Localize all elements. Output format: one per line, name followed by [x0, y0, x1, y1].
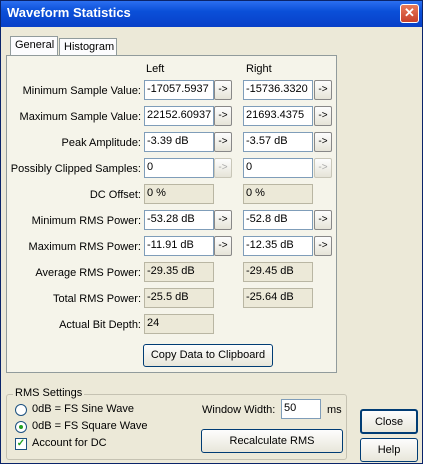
close-button[interactable]: Close	[360, 409, 418, 434]
label-min-sample: Minimum Sample Value:	[22, 85, 141, 97]
label-clipped-samples: Possibly Clipped Samples:	[10, 163, 141, 175]
help-button[interactable]: Help	[360, 438, 418, 462]
max-rms-left-field[interactable]: -11.91 dB	[144, 236, 214, 256]
max-sample-left-field[interactable]: 22152.60937	[144, 106, 214, 126]
window-width-label: Window Width:	[202, 404, 276, 416]
column-header-left: Left	[146, 63, 165, 75]
label-total-rms: Total RMS Power:	[52, 293, 141, 305]
max-rms-left-goto-button[interactable]: ->	[214, 236, 232, 256]
sine-wave-radio[interactable]	[15, 404, 27, 416]
max-sample-right-goto-button[interactable]: ->	[314, 106, 332, 126]
min-sample-left-goto-button[interactable]: ->	[214, 80, 232, 100]
total-rms-right-value: -25.64 dB	[243, 288, 313, 308]
peak-amplitude-left-field[interactable]: -3.39 dB	[144, 132, 214, 152]
close-icon[interactable]: ✕	[400, 4, 419, 23]
window-width-input[interactable]: 50	[281, 399, 321, 419]
title-bar: Waveform Statistics ✕	[1, 1, 422, 27]
recalculate-rms-button[interactable]: Recalculate RMS	[201, 429, 343, 453]
label-peak-amplitude: Peak Amplitude:	[61, 137, 142, 149]
dc-offset-left-value: 0 %	[144, 184, 214, 204]
min-rms-left-goto-button[interactable]: ->	[214, 210, 232, 230]
sine-wave-label[interactable]: 0dB = FS Sine Wave	[32, 403, 134, 415]
peak-amplitude-left-goto-button[interactable]: ->	[214, 132, 232, 152]
column-header-right: Right	[246, 63, 272, 75]
min-sample-right-field[interactable]: -15736.3320	[243, 80, 313, 100]
label-min-rms: Minimum RMS Power:	[31, 215, 141, 227]
account-for-dc-label[interactable]: Account for DC	[32, 437, 107, 449]
bit-depth-value: 24	[144, 314, 214, 334]
label-bit-depth: Actual Bit Depth:	[59, 319, 141, 331]
copy-to-clipboard-button[interactable]: Copy Data to Clipboard	[143, 344, 273, 367]
window-width-unit: ms	[327, 404, 342, 416]
clipped-samples-right-field[interactable]: 0	[243, 158, 313, 178]
max-rms-right-goto-button[interactable]: ->	[314, 236, 332, 256]
rms-settings-legend: RMS Settings	[13, 387, 85, 399]
label-max-sample: Maximum Sample Value:	[19, 111, 141, 123]
clipped-samples-left-field[interactable]: 0	[144, 158, 214, 178]
square-wave-radio[interactable]	[15, 421, 27, 433]
tab-general[interactable]: General	[10, 36, 58, 57]
min-sample-left-field[interactable]: -17057.5937	[144, 80, 214, 100]
peak-amplitude-right-field[interactable]: -3.57 dB	[243, 132, 313, 152]
max-sample-left-goto-button[interactable]: ->	[214, 106, 232, 126]
label-dc-offset: DC Offset:	[89, 189, 141, 201]
min-rms-right-goto-button[interactable]: ->	[314, 210, 332, 230]
tab-histogram[interactable]: Histogram	[59, 38, 117, 56]
square-wave-label[interactable]: 0dB = FS Square Wave	[32, 420, 147, 432]
min-sample-right-goto-button[interactable]: ->	[314, 80, 332, 100]
max-rms-right-field[interactable]: -12.35 dB	[243, 236, 313, 256]
min-rms-left-field[interactable]: -53.28 dB	[144, 210, 214, 230]
clipped-samples-left-goto-button[interactable]: ->	[214, 158, 232, 178]
avg-rms-right-value: -29.45 dB	[243, 262, 313, 282]
label-avg-rms: Average RMS Power:	[35, 267, 141, 279]
account-for-dc-checkbox[interactable]: ✓	[15, 438, 27, 450]
peak-amplitude-right-goto-button[interactable]: ->	[314, 132, 332, 152]
dc-offset-right-value: 0 %	[243, 184, 313, 204]
total-rms-left-value: -25.5 dB	[144, 288, 214, 308]
label-max-rms: Maximum RMS Power:	[28, 241, 141, 253]
window-title: Waveform Statistics	[7, 5, 131, 20]
waveform-statistics-dialog: Waveform Statistics ✕ General Histogram …	[0, 0, 423, 464]
min-rms-right-field[interactable]: -52.8 dB	[243, 210, 313, 230]
avg-rms-left-value: -29.35 dB	[144, 262, 214, 282]
max-sample-right-field[interactable]: 21693.4375	[243, 106, 313, 126]
clipped-samples-right-goto-button[interactable]: ->	[314, 158, 332, 178]
